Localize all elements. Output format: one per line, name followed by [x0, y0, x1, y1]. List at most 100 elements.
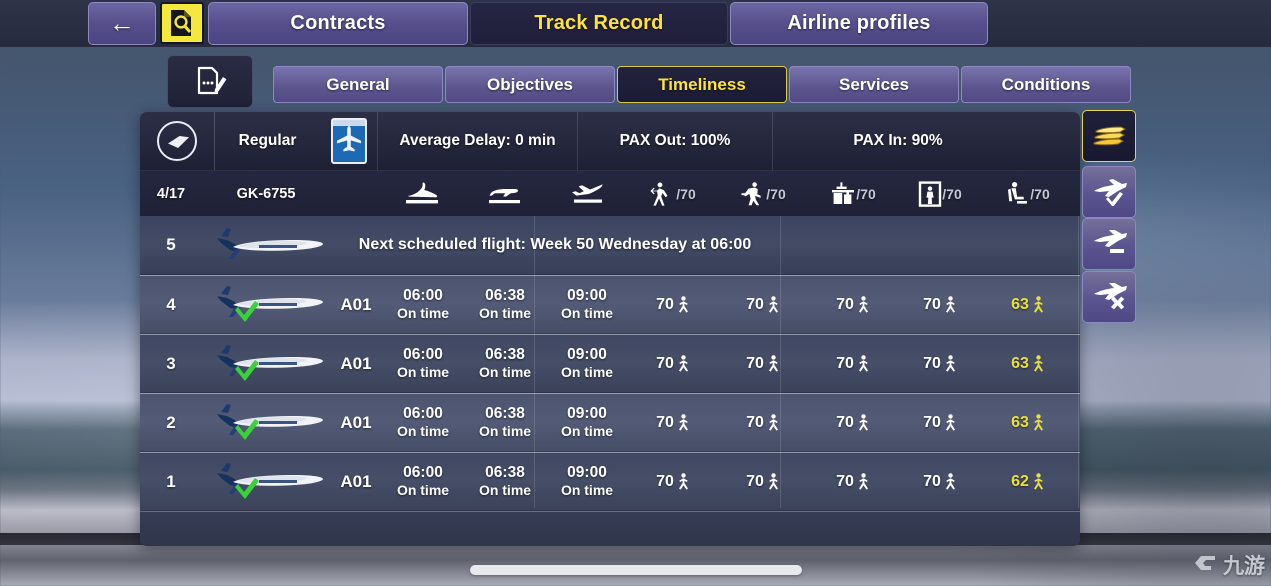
- filter-partial-flights-button[interactable]: [1082, 218, 1136, 270]
- back-button[interactable]: ←: [88, 2, 156, 45]
- person-icon: [1032, 355, 1045, 372]
- row-index: 5: [166, 235, 176, 254]
- plane-minus-icon: [1094, 230, 1127, 253]
- time-status: On time: [478, 422, 532, 439]
- pax-value: 70: [836, 472, 854, 490]
- time-status: On time: [560, 304, 614, 321]
- tab-objectives[interactable]: Objectives: [445, 66, 615, 103]
- time-cell: 06:00 On time: [382, 335, 464, 392]
- filter-all-flights-button[interactable]: [1082, 110, 1136, 162]
- person-icon: [1032, 473, 1045, 490]
- filter-completed-flights-button[interactable]: [1082, 166, 1136, 218]
- contract-summary-bar: Regular Average Delay: 0 min PAX Out: 10…: [140, 112, 1080, 170]
- pax-value: 70: [923, 354, 941, 372]
- time-value: 06:38: [485, 287, 525, 305]
- pax-cell: 70: [898, 453, 982, 510]
- person-icon: [857, 414, 870, 431]
- header-capacity-suffix: /70: [942, 185, 962, 202]
- nav-item-track-record[interactable]: Track Record: [470, 2, 728, 45]
- pax-cell: 70: [898, 335, 982, 392]
- pax-value: 70: [656, 472, 674, 490]
- time-status: On time: [478, 304, 532, 321]
- time-cell: 06:38 On time: [464, 335, 546, 392]
- time-value: 06:00: [403, 346, 443, 364]
- horizontal-scrollbar[interactable]: [470, 565, 802, 575]
- time-value: 09:00: [567, 405, 607, 423]
- aircraft-thumbnail: [202, 394, 330, 451]
- person-icon: [677, 296, 690, 313]
- person-icon: [944, 296, 957, 313]
- pax-cell: 63: [982, 276, 1074, 333]
- pax-cell: 62: [982, 453, 1074, 510]
- pax-value: 70: [836, 354, 854, 372]
- pax-value: 70: [836, 295, 854, 313]
- header-progress: 4/17: [156, 185, 186, 202]
- watermark: 九游: [1193, 550, 1265, 580]
- tab-conditions[interactable]: Conditions: [961, 66, 1131, 103]
- tab-services[interactable]: Services: [789, 66, 959, 103]
- plane-landing-icon: [382, 171, 464, 216]
- aircraft-badge-icon[interactable]: [320, 112, 378, 170]
- time-status: On time: [560, 363, 614, 380]
- plane-parked-icon: [464, 171, 546, 216]
- pax-value: 70: [746, 413, 764, 431]
- person-icon: [857, 473, 870, 490]
- pax-value: 63: [1011, 295, 1029, 313]
- row-index: 3: [166, 353, 176, 373]
- airline-logo-icon: [140, 112, 215, 170]
- time-status: On time: [478, 363, 532, 380]
- pax-value: 70: [746, 295, 764, 313]
- tab-general[interactable]: General: [273, 66, 443, 103]
- next-scheduled-flight-text: Next scheduled flight: Week 50 Wednesday…: [358, 236, 752, 253]
- table-row[interactable]: 3 A01 06:00 On time 06:38 On time 09:00 On …: [140, 334, 1080, 393]
- pax-value: 70: [746, 354, 764, 372]
- pax-cell: 70: [718, 394, 808, 451]
- pax-value: 70: [656, 413, 674, 431]
- header-capacity-suffix: /70: [1030, 185, 1050, 202]
- time-cell: 09:00 On time: [546, 453, 628, 510]
- nav-item-contracts[interactable]: Contracts: [208, 2, 468, 45]
- time-value: 06:00: [403, 464, 443, 482]
- plane-check-icon: [1094, 179, 1127, 206]
- security-check-icon: /70: [718, 171, 808, 216]
- pax-cell: 70: [898, 394, 982, 451]
- gate-label: A01: [340, 353, 372, 373]
- time-status: On time: [396, 304, 450, 321]
- plane-cross-icon: [1094, 283, 1127, 310]
- pax-value: 62: [1011, 472, 1029, 490]
- person-icon: [944, 355, 957, 372]
- person-icon: [1032, 296, 1045, 313]
- stacked-gold-flights-icon: [1093, 126, 1127, 146]
- time-value: 09:00: [567, 287, 607, 305]
- pax-cell: 70: [628, 394, 718, 451]
- g-logo-icon: [1195, 556, 1215, 570]
- tab-timeliness[interactable]: Timeliness: [617, 66, 787, 103]
- document-search-icon[interactable]: [160, 2, 204, 44]
- pax-value: 63: [1011, 413, 1029, 431]
- table-row[interactable]: 2 A01 06:00 On time 06:38 On time 09:00 On …: [140, 393, 1080, 452]
- next-scheduled-flight-row[interactable]: 5 Next scheduled flight: Week 50 Wednesd…: [140, 216, 1080, 275]
- header-capacity-suffix: /70: [766, 185, 786, 202]
- header-capacity-suffix: /70: [856, 185, 876, 202]
- time-status: On time: [396, 422, 450, 439]
- pax-out-label: PAX Out: 100%: [578, 112, 773, 170]
- pax-cell: 70: [718, 335, 808, 392]
- pax-cell: 70: [808, 276, 898, 333]
- pax-cell: 70: [628, 453, 718, 510]
- filter-cancelled-flights-button[interactable]: [1082, 271, 1136, 323]
- time-value: 06:38: [485, 405, 525, 423]
- pax-in-label: PAX In: 90%: [853, 132, 943, 149]
- person-icon: [767, 414, 780, 431]
- row-index: 4: [166, 294, 176, 314]
- document-edit-icon[interactable]: [167, 55, 253, 108]
- pax-value: 70: [836, 413, 854, 431]
- time-cell: 09:00 On time: [546, 276, 628, 333]
- person-icon: [944, 414, 957, 431]
- table-row[interactable]: 1 A01 06:00 On time 06:38 On time 09:00 On …: [140, 452, 1080, 511]
- time-value: 06:00: [403, 287, 443, 305]
- average-delay-label: Average Delay: 0 min: [378, 112, 578, 170]
- nav-item-airline-profiles[interactable]: Airline profiles: [730, 2, 988, 45]
- pax-value: 70: [923, 295, 941, 313]
- aircraft-thumbnail: [202, 453, 330, 510]
- table-row[interactable]: 4 A01 06:00 On time 06:38 On time 09:00 On …: [140, 275, 1080, 334]
